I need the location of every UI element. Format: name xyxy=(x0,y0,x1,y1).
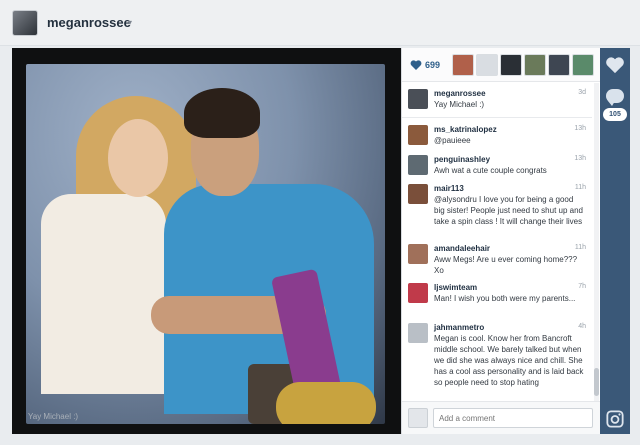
comment-username[interactable]: meganrossee xyxy=(434,89,586,99)
comment-username[interactable]: mair113 xyxy=(434,184,586,194)
photo-shape xyxy=(41,194,166,394)
comment-text: Man! I wish you both were my parents... xyxy=(434,294,576,303)
avatar[interactable] xyxy=(408,323,428,343)
avatar[interactable] xyxy=(408,244,428,264)
photo-shape xyxy=(184,88,260,138)
comment-time: 3d xyxy=(578,89,586,96)
add-comment-bar xyxy=(402,401,601,434)
list-item: ljswimteam Man! I wish you both were my … xyxy=(402,283,592,304)
chevron-down-icon[interactable]: ▾ xyxy=(128,18,132,27)
action-rail: 105 xyxy=(600,48,630,434)
list-item: amandaleehair Aww Megs! Are u ever comin… xyxy=(402,244,592,276)
comment-username[interactable]: jahmanmetro xyxy=(434,323,586,333)
comment-list: meganrossee Yay Michael :) 3d ms_katrina… xyxy=(402,83,601,401)
avatar[interactable] xyxy=(408,184,428,204)
comment-text: @pauieee xyxy=(434,136,471,145)
comment-time: 13h xyxy=(574,155,586,162)
avatar[interactable] xyxy=(408,125,428,145)
avatar[interactable] xyxy=(452,54,474,76)
comment-time: 7h xyxy=(578,283,586,290)
list-item: jahmanmetro Megan is cool. Know her from… xyxy=(402,323,592,388)
avatar[interactable] xyxy=(476,54,498,76)
avatar[interactable] xyxy=(500,54,522,76)
photo-shape xyxy=(108,119,168,197)
comment-text: Awh wat a cute couple congrats xyxy=(434,166,547,175)
media-card: Yay Michael :) 699 meganrossee Yay Micha… xyxy=(12,48,601,434)
comment-username[interactable]: ms_katrinalopez xyxy=(434,125,586,135)
top-bar: meganrossee ▾ xyxy=(0,0,640,46)
scrollbar[interactable] xyxy=(594,83,599,401)
comment-time: 13h xyxy=(574,125,586,132)
avatar[interactable] xyxy=(408,283,428,303)
list-item: mair113 @alysondru I love you for being … xyxy=(402,184,592,227)
post-photo[interactable] xyxy=(26,64,385,424)
likes-bar: 699 xyxy=(402,48,601,82)
heart-icon[interactable] xyxy=(605,56,625,74)
avatar[interactable] xyxy=(524,54,546,76)
comment-time: 11h xyxy=(574,244,586,251)
comment-time: 4h xyxy=(578,323,586,330)
avatar[interactable] xyxy=(12,10,38,36)
list-item: ms_katrinalopez @pauieee 13h xyxy=(402,125,592,146)
avatar[interactable] xyxy=(548,54,570,76)
comment-text: Aww Megs! Are u ever coming home??? Xo xyxy=(434,255,578,275)
avatar[interactable] xyxy=(408,89,428,109)
instagram-icon[interactable] xyxy=(606,410,624,428)
scrollbar-thumb[interactable] xyxy=(594,368,599,396)
photo-caption-overlay: Yay Michael :) xyxy=(28,412,79,421)
comment-text: Yay Michael :) xyxy=(434,100,485,109)
header-username[interactable]: meganrossee xyxy=(47,15,131,30)
comment-text: Megan is cool. Know her from Bancroft mi… xyxy=(434,334,584,387)
comment-username[interactable]: penguinashley xyxy=(434,155,586,165)
list-item: penguinashley Awh wat a cute couple cong… xyxy=(402,155,592,176)
comment-icon-tail xyxy=(608,101,615,106)
avatar[interactable] xyxy=(408,155,428,175)
comment-count-badge: 105 xyxy=(603,108,627,121)
like-count[interactable]: 699 xyxy=(425,60,440,70)
comment-username[interactable]: amandaleehair xyxy=(434,244,586,254)
heart-icon[interactable] xyxy=(410,59,422,71)
avatar xyxy=(408,408,428,428)
divider xyxy=(402,117,592,118)
comment-time: 11h xyxy=(574,184,586,191)
liker-avatars xyxy=(452,54,594,76)
list-item: meganrossee Yay Michael :) 3d xyxy=(402,89,592,110)
comment-text: @alysondru I love you for being a good b… xyxy=(434,195,583,226)
comments-panel: 699 meganrossee Yay Michael :) 3d ms_kat… xyxy=(401,48,601,434)
avatar[interactable] xyxy=(572,54,594,76)
photo-shape xyxy=(276,382,376,424)
comment-username[interactable]: ljswimteam xyxy=(434,283,586,293)
add-comment-input[interactable] xyxy=(433,408,593,428)
